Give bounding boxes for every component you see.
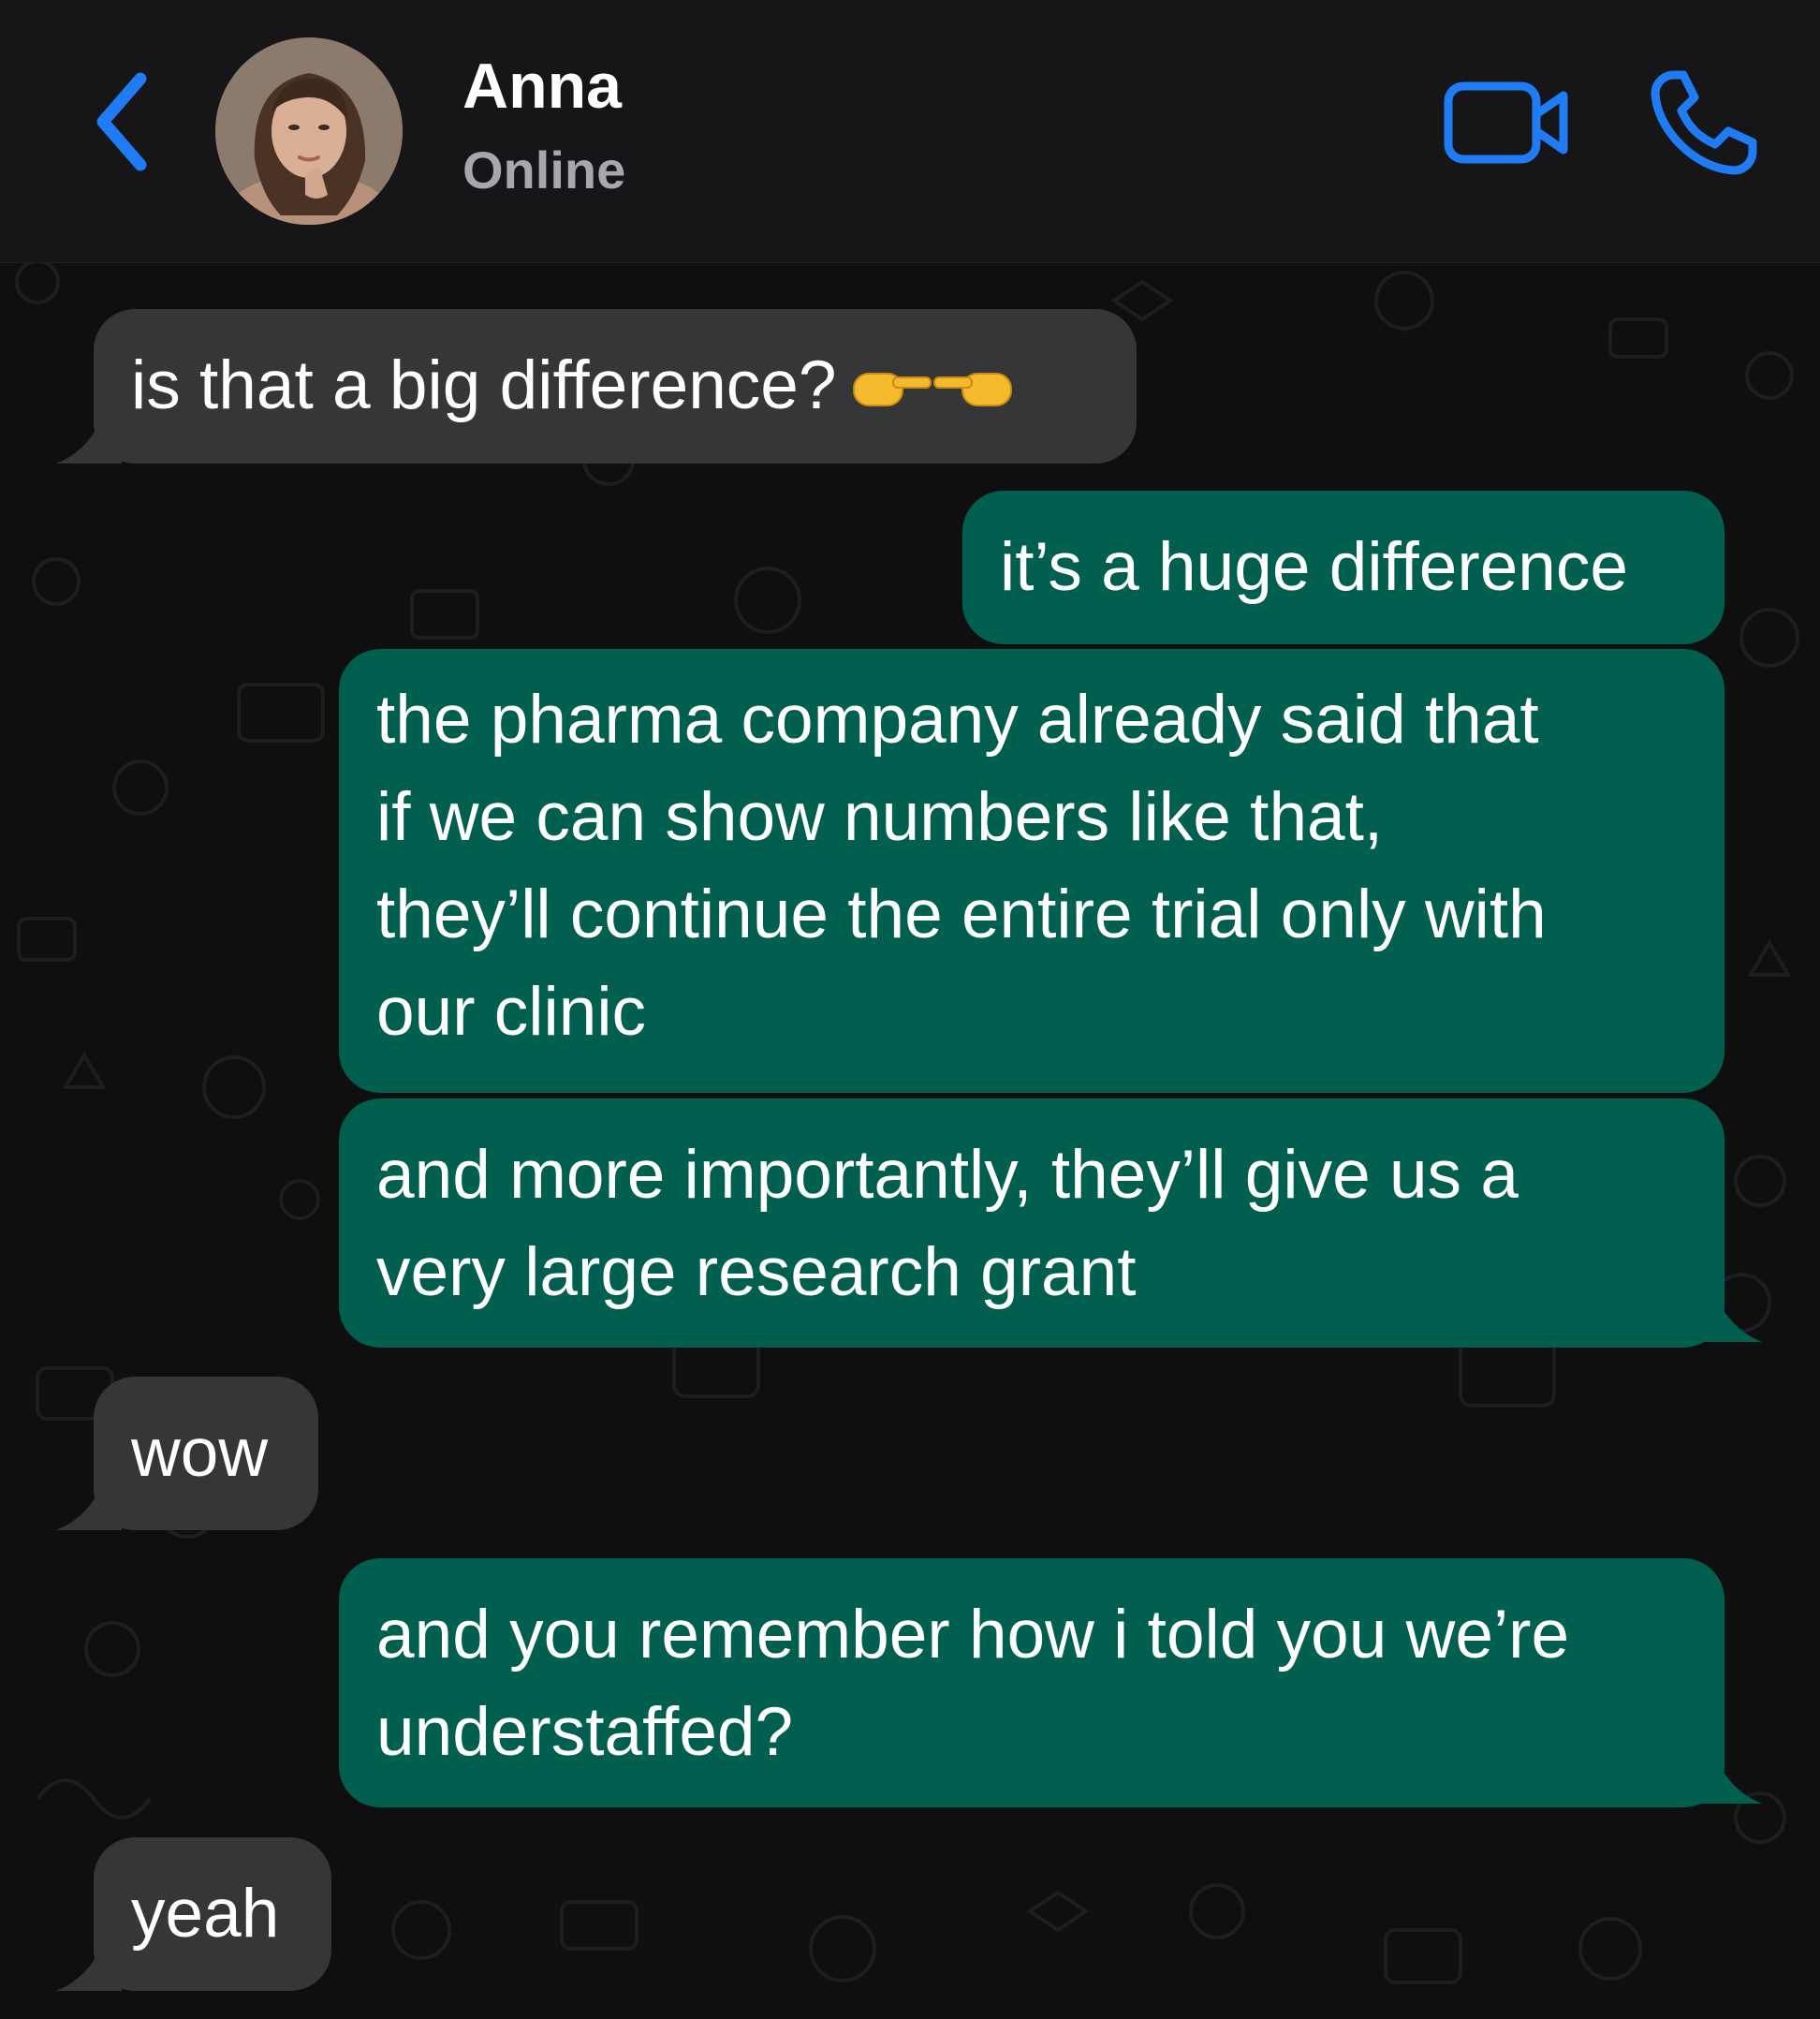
message-bubble-incoming[interactable]: wow: [94, 1377, 318, 1530]
message-bubble-incoming[interactable]: yeah: [94, 1837, 331, 1991]
voice-call-button[interactable]: [1648, 67, 1760, 180]
message-text: wow: [131, 1415, 269, 1491]
avatar[interactable]: [215, 37, 403, 225]
bubble-tail-left: [56, 1942, 122, 1991]
message-line: and more importantly, they’ll give us a: [376, 1137, 1519, 1213]
phone-icon: [1651, 70, 1757, 175]
avatar-photo: [215, 37, 403, 225]
bubble-tail-left: [56, 1481, 122, 1530]
contact-name: Anna: [462, 51, 622, 122]
message-bubble-outgoing[interactable]: it’s a huge difference: [962, 491, 1725, 644]
message-bubble-outgoing[interactable]: and you remember how i told you we’re un…: [339, 1558, 1725, 1807]
message-bubble-incoming[interactable]: is that a big difference?: [94, 309, 1137, 464]
message-line: if we can show numbers like that,: [376, 779, 1384, 855]
message-line: understaffed?: [376, 1694, 794, 1770]
message-bubble-outgoing[interactable]: and more importantly, they’ll give us a …: [339, 1098, 1725, 1348]
message-emoji: [846, 342, 1019, 439]
bubble-tail-right: [1696, 1293, 1762, 1342]
bubble-tail-left: [56, 415, 122, 464]
chat-header: Anna Online: [0, 0, 1820, 263]
message-bubble-outgoing[interactable]: the pharma company already said that if …: [339, 649, 1725, 1093]
message-line: and you remember how i told you we’re: [376, 1597, 1570, 1673]
message-line: they’ll continue the entire trial only w…: [376, 877, 1547, 952]
pointing-fingers-emoji: [852, 372, 1012, 406]
message-line: our clinic: [376, 974, 647, 1050]
chevron-left-icon: [96, 72, 147, 171]
bubble-tail-right: [1696, 1755, 1762, 1804]
message-line: the pharma company already said that: [376, 682, 1539, 758]
message-text: is that a big difference?: [131, 347, 837, 423]
video-call-button[interactable]: [1442, 75, 1573, 169]
video-camera-icon: [1444, 81, 1568, 164]
message-text: it’s a huge difference: [1000, 529, 1629, 605]
contact-status: Online: [462, 140, 626, 199]
message-line: very large research grant: [376, 1234, 1137, 1310]
message-text: yeah: [131, 1876, 280, 1952]
back-button[interactable]: [86, 66, 161, 178]
chat-area[interactable]: is that a big difference? it’s a huge di…: [0, 263, 1820, 2019]
